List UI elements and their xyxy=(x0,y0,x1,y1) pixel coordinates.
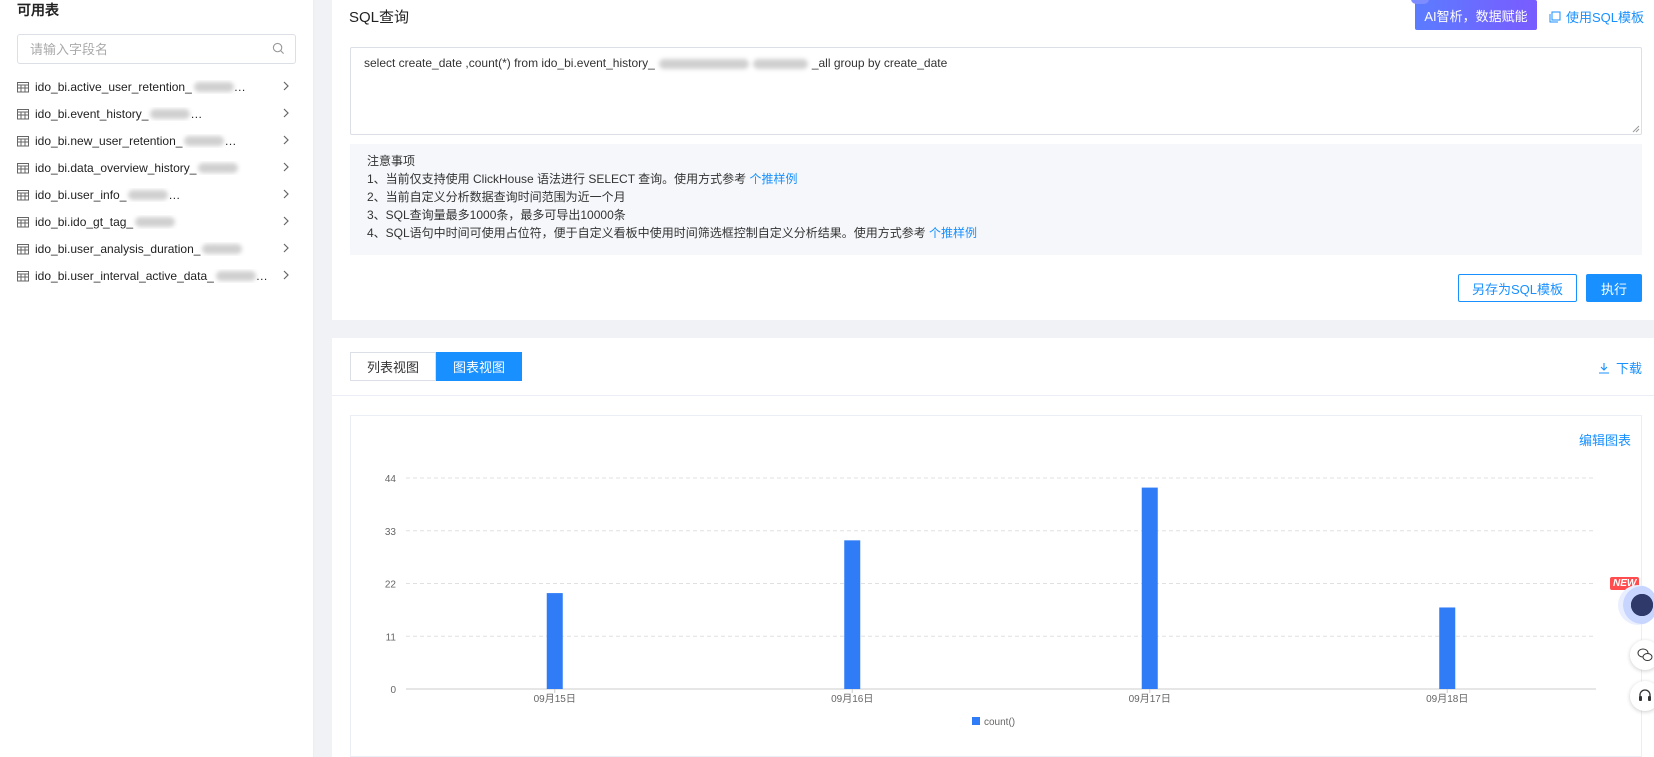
bar xyxy=(844,540,861,689)
table-name: ido_bi.event_history_… xyxy=(35,106,203,121)
table-icon xyxy=(17,270,29,281)
table-list-item[interactable]: ido_bi.data_overview_history_ xyxy=(17,154,297,181)
example-link-2[interactable]: 个推样例 xyxy=(929,226,977,240)
field-search-input[interactable] xyxy=(18,35,258,63)
bar xyxy=(546,593,563,689)
table-list-item[interactable]: ido_bi.user_info_… xyxy=(17,181,297,208)
table-name: ido_bi.user_interval_active_data_… xyxy=(35,268,267,283)
table-icon xyxy=(17,216,29,227)
bar-chart: 0 11 22 33 44 09月15日 09月16日 09月17日 09月18日 count() xyxy=(385,474,1596,728)
tab-list-view[interactable]: 列表视图 xyxy=(350,352,437,381)
table-list-item[interactable]: ido_bi.ido_gt_tag_ xyxy=(17,208,297,235)
template-icon xyxy=(1549,11,1561,22)
notice-line-2: 2、当前自定义分析数据查询时间范围为近一个月 xyxy=(367,190,626,204)
table-icon xyxy=(17,135,29,146)
legend-label: count() xyxy=(984,717,1015,728)
sidebar-title: 可用表 xyxy=(17,2,59,18)
download-label: 下载 xyxy=(1615,361,1642,376)
notice-line-3: 3、SQL查询量最多1000条，最多可导出10000条 xyxy=(367,208,626,222)
table-icon xyxy=(17,189,29,200)
wechat-icon xyxy=(1637,648,1653,661)
resize-handle-icon[interactable] xyxy=(1632,125,1640,133)
notice-box: 注意事项 1、当前仅支持使用 ClickHouse 语法进行 SELECT 查询… xyxy=(350,144,1642,255)
chevron-right-icon[interactable] xyxy=(281,162,291,172)
table-icon xyxy=(17,243,29,254)
table-list-item[interactable]: ido_bi.event_history_… xyxy=(17,100,297,127)
chevron-right-icon[interactable] xyxy=(281,108,291,118)
download-button[interactable]: 下载 xyxy=(1598,358,1642,377)
table-icon xyxy=(17,81,29,92)
notice-line-4: 4、SQL语句中时间可使用占位符，便于自定义看板中使用时间筛选框控制自定义分析结… xyxy=(367,226,978,240)
table-name: ido_bi.user_analysis_duration_ xyxy=(35,242,267,256)
x-tick-label: 09月18日 xyxy=(1426,693,1468,705)
legend-swatch xyxy=(972,717,980,725)
table-icon xyxy=(17,108,29,119)
x-tick-label: 09月16日 xyxy=(831,693,873,705)
y-tick-label: 0 xyxy=(390,685,396,696)
wechat-button[interactable] xyxy=(1630,640,1654,670)
save-as-template-button[interactable]: 另存为SQL模板 xyxy=(1458,274,1577,302)
y-tick-label: 22 xyxy=(385,580,397,591)
headset-icon xyxy=(1639,689,1651,701)
download-icon xyxy=(1598,362,1609,374)
notice-line-1: 1、当前仅支持使用 ClickHouse 语法进行 SELECT 查询。使用方式… xyxy=(367,172,798,186)
view-tabs: 列表视图 图表视图 xyxy=(350,352,523,381)
sql-panel-title: SQL查询 xyxy=(349,9,410,26)
search-icon[interactable] xyxy=(272,42,285,55)
table-name: ido_bi.user_info_… xyxy=(35,187,181,202)
chart-container: 编辑图表 0 11 22 33 44 09月15日 09月16日 09月17日 09月18日 co… xyxy=(350,415,1642,757)
query-suffix: _all group by create_date xyxy=(811,56,948,70)
template-link-label: 使用SQL模板 xyxy=(1566,10,1645,25)
table-list-item[interactable]: ido_bi.new_user_retention_… xyxy=(17,127,297,154)
table-icon xyxy=(17,162,29,173)
bar xyxy=(1141,487,1158,689)
table-list-item[interactable]: ido_bi.user_analysis_duration_ xyxy=(17,235,297,262)
table-list-item[interactable]: ido_bi.active_user_retention_… xyxy=(17,73,297,100)
bar xyxy=(1439,607,1456,689)
chevron-right-icon[interactable] xyxy=(281,243,291,253)
sidebar: 可用表 ido_bi.active_user_retention_…ido_bi… xyxy=(0,0,314,757)
y-tick-label: 44 xyxy=(385,474,397,485)
chevron-right-icon[interactable] xyxy=(281,216,291,226)
customer-service-button[interactable] xyxy=(1630,681,1654,711)
example-link-1[interactable]: 个推样例 xyxy=(750,172,798,186)
divider xyxy=(332,395,1654,396)
query-prefix: select create_date ,count(*) from ido_bi… xyxy=(364,56,655,70)
run-button[interactable]: 执行 xyxy=(1586,274,1642,302)
table-name: ido_bi.ido_gt_tag_ xyxy=(35,215,267,229)
use-sql-template-link[interactable]: 使用SQL模板 xyxy=(1549,7,1644,26)
result-panel: 列表视图 图表视图 下载 编辑图表 0 11 22 33 44 09月15日 09月16日 0… xyxy=(332,338,1654,757)
field-search-box[interactable] xyxy=(17,34,296,64)
x-tick-label: 09月15日 xyxy=(534,693,576,705)
ai-analysis-button[interactable]: AI智析，数据赋能 xyxy=(1411,0,1537,30)
y-tick-label: 33 xyxy=(385,527,397,538)
chevron-right-icon[interactable] xyxy=(281,189,291,199)
sql-editor[interactable]: select create_date ,count(*) from ido_bi… xyxy=(350,47,1642,135)
x-tick-label: 09月17日 xyxy=(1129,693,1171,705)
chevron-right-icon[interactable] xyxy=(281,270,291,280)
table-list-item[interactable]: ido_bi.user_interval_active_data_… xyxy=(17,262,297,289)
sql-query-panel: SQL查询 AI智析，数据赋能 使用SQL模板 select create_da… xyxy=(332,0,1654,320)
table-name: ido_bi.data_overview_history_ xyxy=(35,161,267,175)
ai-assistant-robot-icon[interactable] xyxy=(1618,585,1654,625)
table-name: ido_bi.new_user_retention_… xyxy=(35,133,237,148)
chevron-right-icon[interactable] xyxy=(281,81,291,91)
chevron-right-icon[interactable] xyxy=(281,135,291,145)
table-list: ido_bi.active_user_retention_… ido_bi.eve… xyxy=(17,73,297,289)
tab-chart-view[interactable]: 图表视图 xyxy=(436,352,523,381)
table-name: ido_bi.active_user_retention_… xyxy=(35,79,246,94)
notice-heading: 注意事项 xyxy=(367,154,416,168)
y-tick-label: 11 xyxy=(386,632,397,643)
